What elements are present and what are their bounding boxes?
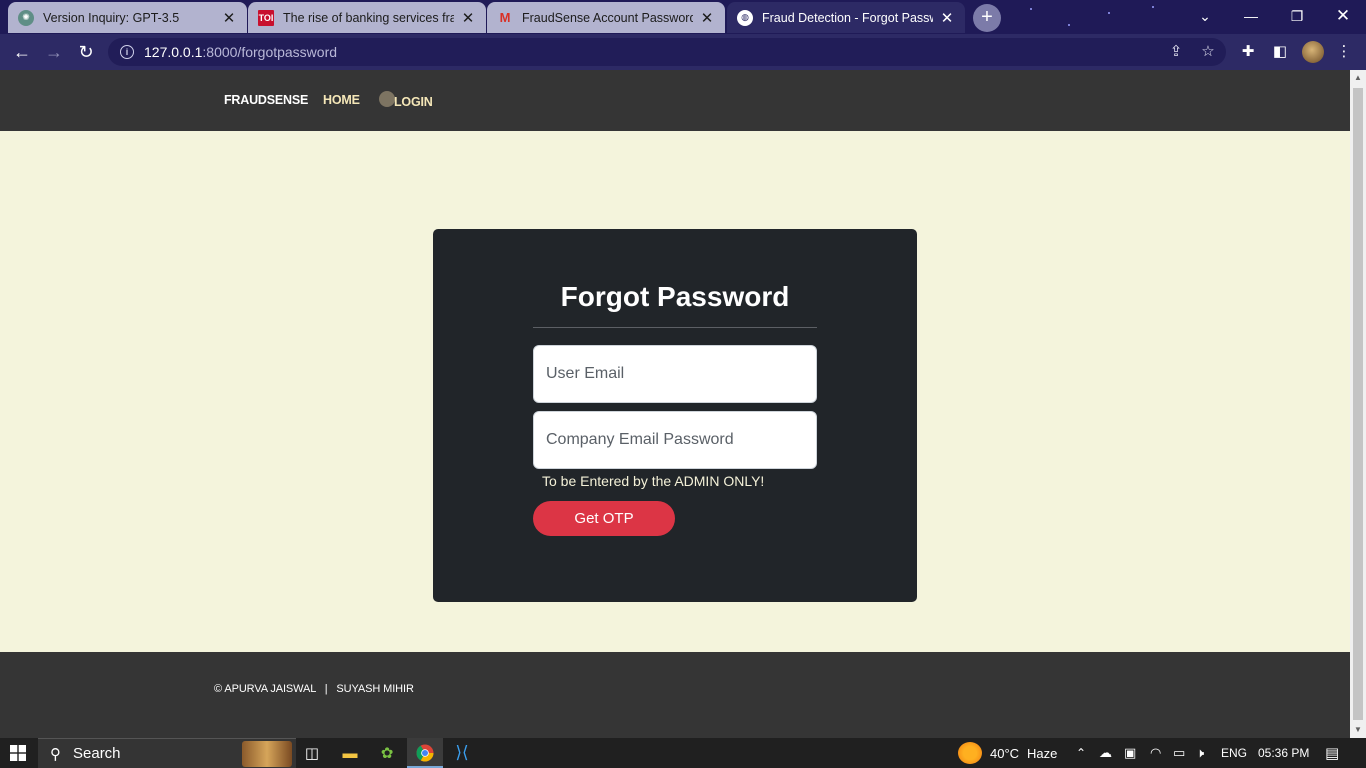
- chrome-taskbar-button[interactable]: [407, 738, 443, 768]
- nav-home-link[interactable]: HOME: [323, 93, 360, 107]
- brand-link[interactable]: FRAUDSENSE: [224, 93, 308, 107]
- windows-start-icon[interactable]: [0, 738, 36, 768]
- tab-title: Fraud Detection - Forgot Password: [762, 10, 933, 25]
- tab-title: The rise of banking services fraud: [283, 10, 454, 25]
- tab-title: FraudSense Account Password Ch: [522, 10, 693, 25]
- url-path: :8000/forgotpassword: [202, 44, 338, 60]
- page-viewport: FRAUDSENSE HOME LOGIN Forgot Password To…: [0, 70, 1350, 738]
- page-scrollbar[interactable]: ▲ ▼: [1350, 70, 1366, 738]
- site-info-icon[interactable]: i: [120, 45, 134, 59]
- reload-icon[interactable]: ↻: [72, 38, 100, 66]
- language-indicator[interactable]: ENG: [1221, 738, 1247, 768]
- nav-login-link[interactable]: LOGIN: [379, 91, 433, 109]
- background-star: [1152, 6, 1154, 8]
- more-menu-icon[interactable]: ⋮: [1334, 42, 1354, 62]
- notification-icon[interactable]: ▤: [1325, 738, 1339, 768]
- browser-tab-gmail[interactable]: M FraudSense Account Password Ch ✕: [487, 2, 725, 33]
- url-host: 127.0.0.1: [144, 44, 203, 60]
- tray-overflow-icon[interactable]: ⌃: [1076, 738, 1086, 768]
- restore-icon[interactable]: ❐: [1274, 0, 1320, 32]
- display-icon[interactable]: ▣: [1124, 738, 1136, 768]
- wifi-icon[interactable]: ◠: [1150, 738, 1161, 768]
- app-icon[interactable]: ✿: [369, 738, 405, 768]
- background-star: [1030, 8, 1032, 10]
- footer-credits: © APURVA JAISWAL | SUYASH MIHIR: [214, 683, 414, 695]
- globe-icon: ◍: [737, 9, 753, 26]
- tab-search-icon[interactable]: ⌄: [1182, 0, 1228, 32]
- taskbar-search-label: Search: [73, 745, 121, 762]
- admin-only-hint: To be Entered by the ADMIN ONLY!: [542, 473, 765, 489]
- browser-tab-gpt[interactable]: ✺ Version Inquiry: GPT-3.5 ✕: [8, 2, 247, 33]
- profile-avatar[interactable]: [1302, 41, 1324, 63]
- clock[interactable]: 05:36 PM: [1258, 738, 1309, 768]
- file-explorer-icon[interactable]: ▬: [332, 738, 368, 768]
- vscode-icon[interactable]: ⟩⟨: [444, 738, 480, 768]
- nav-login-label: LOGIN: [394, 95, 433, 109]
- site-footer: © APURVA JAISWAL | SUYASH MIHIR: [0, 652, 1350, 738]
- search-icon: ⚲: [50, 745, 61, 763]
- windows-logo-icon: [10, 745, 26, 761]
- browser-tab-strip: ✺ Version Inquiry: GPT-3.5 ✕ TOI The ris…: [0, 0, 1366, 34]
- background-star: [1068, 24, 1070, 26]
- toi-icon: TOI: [258, 9, 274, 26]
- volume-muted-icon[interactable]: 🕨: [1196, 738, 1204, 768]
- task-view-icon[interactable]: ◫: [294, 738, 330, 768]
- browser-toolbar: ← → ↻ i 127.0.0.1:8000/forgotpassword ⇪ …: [0, 34, 1366, 70]
- extensions-puzzle-icon[interactable]: ✚: [1238, 42, 1258, 62]
- gmail-icon: M: [499, 10, 511, 25]
- chrome-icon: [416, 744, 434, 762]
- close-icon[interactable]: ✕: [221, 9, 237, 27]
- scroll-up-icon[interactable]: ▲: [1350, 70, 1366, 86]
- company-email-password-input[interactable]: [533, 411, 817, 469]
- get-otp-button[interactable]: Get OTP: [533, 501, 675, 536]
- scrollbar-thumb[interactable]: [1353, 88, 1363, 720]
- forward-arrow-icon[interactable]: →: [40, 38, 68, 66]
- forgot-password-card: Forgot Password To be Entered by the ADM…: [433, 229, 917, 602]
- weather-desc: Haze: [1027, 745, 1058, 761]
- title-divider: [533, 327, 817, 328]
- browser-tab-forgot-password[interactable]: ◍ Fraud Detection - Forgot Password ✕: [727, 2, 965, 33]
- new-tab-button[interactable]: +: [973, 4, 1001, 32]
- address-bar[interactable]: i 127.0.0.1:8000/forgotpassword ⇪ ☆: [108, 38, 1226, 66]
- form-title: Forgot Password: [560, 281, 790, 312]
- windows-taskbar: ⚲ Search ◫ ▬ ✿ ⟩⟨ 40°C Haze ⌃ ☁ ▣ ◠ ▭ 🕨 …: [0, 738, 1366, 768]
- share-icon[interactable]: ⇪: [1167, 43, 1185, 61]
- weather-temp: 40°C: [990, 745, 1020, 761]
- scroll-down-icon[interactable]: ▼: [1350, 722, 1366, 738]
- openai-icon: ✺: [18, 9, 34, 26]
- site-navbar: FRAUDSENSE HOME LOGIN: [0, 70, 1350, 131]
- tab-title: Version Inquiry: GPT-3.5: [43, 10, 180, 25]
- battery-icon[interactable]: ▭: [1173, 738, 1185, 768]
- close-window-icon[interactable]: ✕: [1320, 0, 1366, 32]
- taskbar-search-box[interactable]: ⚲ Search: [38, 738, 296, 768]
- weather-sun-icon: [958, 742, 982, 764]
- bookmark-star-icon[interactable]: ☆: [1199, 43, 1217, 61]
- close-icon[interactable]: ✕: [699, 9, 715, 27]
- search-highlight-image: [242, 741, 292, 767]
- back-arrow-icon[interactable]: ←: [8, 38, 36, 66]
- user-email-input[interactable]: [533, 345, 817, 403]
- minimize-icon[interactable]: —: [1228, 0, 1274, 32]
- close-icon[interactable]: ✕: [460, 9, 476, 27]
- weather-widget[interactable]: 40°C Haze: [958, 738, 1057, 768]
- url-text[interactable]: 127.0.0.1:8000/forgotpassword: [144, 44, 337, 60]
- onedrive-cloud-icon[interactable]: ☁: [1099, 738, 1112, 768]
- background-star: [1108, 12, 1110, 14]
- user-avatar-icon: [379, 91, 395, 107]
- browser-tab-toi[interactable]: TOI The rise of banking services fraud ✕: [248, 2, 486, 33]
- side-panel-icon[interactable]: ◧: [1270, 42, 1290, 62]
- close-icon[interactable]: ✕: [939, 9, 955, 27]
